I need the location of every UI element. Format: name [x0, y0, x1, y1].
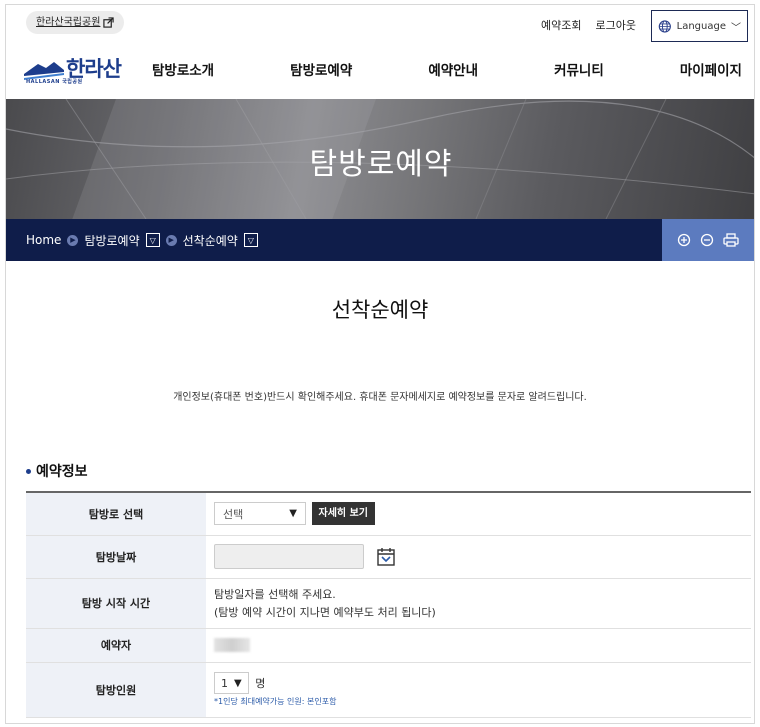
language-select[interactable]: Language ﹀: [651, 10, 748, 42]
form-cell: 탐방일자를 선택해 주세요. (탐방 예약 시간이 지나면 예약부도 처리 됩니…: [206, 578, 751, 628]
headcount-unit: 명: [255, 676, 266, 690]
calendar-icon[interactable]: [376, 547, 396, 567]
chevron-down-icon: ﹀: [731, 22, 741, 34]
breadcrumb-home[interactable]: Home: [26, 233, 61, 247]
section-title-text: 예약정보: [36, 464, 88, 480]
external-link-icon: [103, 17, 115, 28]
dropdown-arrow-icon: ▼: [289, 508, 297, 520]
form-row-date: 탐방날짜: [26, 535, 751, 578]
form-cell: 1 ▼ 명 *1인당 최대예약가능 인원: 본인포함: [206, 662, 751, 717]
dropdown-arrow-icon: ▼: [234, 677, 242, 689]
form-row-headcount: 탐방인원 1 ▼ 명 *1인당 최대예약가능 인원: 본인포함: [26, 662, 751, 717]
breadcrumb-level2[interactable]: 선착순예약: [183, 232, 238, 249]
language-label: Language: [676, 20, 726, 32]
reservation-form: 탐방로 선택 선택 ▼ 자세히 보기 탐방날짜 탐방 시작 시간 탐방일자를 선…: [26, 491, 751, 718]
form-label: 탐방 시작 시간: [26, 578, 206, 628]
form-label: 탐방날짜: [26, 535, 206, 578]
logo-subtext: HALLASAN 국립공원: [26, 79, 83, 85]
bullet-icon: [26, 468, 31, 474]
form-row-reserver: 예약자: [26, 628, 751, 662]
breadcrumb: Home ▶ 탐방로예약 ▽ ▶ 선착순예약 ▽: [6, 219, 754, 261]
chevron-down-icon[interactable]: ▽: [243, 233, 258, 247]
page-title: 선착순예약: [331, 298, 429, 322]
page-frame: 한라산국립공원 예약조회 로그아웃 Language ﹀ 한라산 HALLASA…: [5, 4, 755, 724]
headcount-select[interactable]: 1 ▼: [214, 672, 249, 694]
breadcrumb-level1[interactable]: 탐방로예약: [84, 232, 139, 249]
headcount-hint: *1인당 최대예약가능 인원: 본인포함: [214, 697, 337, 706]
page-tools: [662, 219, 754, 261]
form-cell: [206, 628, 751, 662]
print-icon[interactable]: [723, 233, 739, 247]
mountain-logo-icon: [24, 62, 64, 80]
main-nav: 탐방로소개 탐방로예약 예약안내 커뮤니티 마이페이지: [152, 59, 742, 79]
nav-item-reservation-guide[interactable]: 예약안내: [428, 59, 478, 79]
hero-banner: 탐방로예약: [6, 99, 754, 219]
hallasan-logo[interactable]: 한라산 HALLASAN 국립공원: [24, 51, 134, 87]
form-cell: 선택 ▼ 자세히 보기: [206, 492, 751, 535]
park-home-link[interactable]: 한라산국립공원: [26, 11, 125, 34]
nav-item-trail-reservation[interactable]: 탐방로예약: [290, 59, 352, 79]
form-row-start-time: 탐방 시작 시간 탐방일자를 선택해 주세요. (탐방 예약 시간이 지나면 예…: [26, 578, 751, 628]
park-home-label: 한라산국립공원: [36, 17, 101, 28]
start-time-warning: (탐방 예약 시간이 지나면 예약부도 처리 됩니다): [214, 606, 436, 619]
nav-item-trail-intro[interactable]: 탐방로소개: [152, 59, 214, 79]
privacy-notice: 개인정보(휴대폰 번호)반드시 확인해주세요. 휴대폰 문자메세지로 예약정보를…: [173, 392, 587, 403]
start-time-message: 탐방일자를 선택해 주세요.: [214, 588, 336, 601]
hero-title: 탐방로예약: [309, 147, 453, 182]
form-label: 예약자: [26, 628, 206, 662]
view-details-button[interactable]: 자세히 보기: [311, 502, 375, 526]
trail-select[interactable]: 선택 ▼: [214, 502, 306, 526]
reserver-name-redacted: [214, 638, 250, 652]
trail-select-value: 선택: [223, 507, 244, 521]
nav-item-mypage[interactable]: 마이페이지: [680, 59, 742, 79]
chevron-right-icon: ▶: [165, 234, 177, 246]
reservation-lookup-link[interactable]: 예약조회: [541, 17, 581, 33]
zoom-in-icon[interactable]: [677, 233, 691, 247]
headcount-value: 1: [221, 676, 228, 690]
zoom-out-icon[interactable]: [700, 233, 714, 247]
date-input[interactable]: [214, 544, 364, 569]
form-label: 탐방로 선택: [26, 492, 206, 535]
form-row-trail: 탐방로 선택 선택 ▼ 자세히 보기: [26, 492, 751, 535]
nav-item-community[interactable]: 커뮤니티: [554, 59, 604, 79]
chevron-right-icon: ▶: [67, 234, 79, 246]
utility-links: 예약조회 로그아웃: [541, 17, 636, 33]
logo-wordmark: 한라산: [66, 56, 122, 81]
form-label: 탐방인원: [26, 662, 206, 717]
chevron-down-icon[interactable]: ▽: [145, 233, 160, 247]
logout-link[interactable]: 로그아웃: [596, 17, 636, 33]
form-cell: [206, 535, 751, 578]
section-title: 예약정보: [26, 461, 88, 481]
globe-icon: [658, 19, 671, 33]
